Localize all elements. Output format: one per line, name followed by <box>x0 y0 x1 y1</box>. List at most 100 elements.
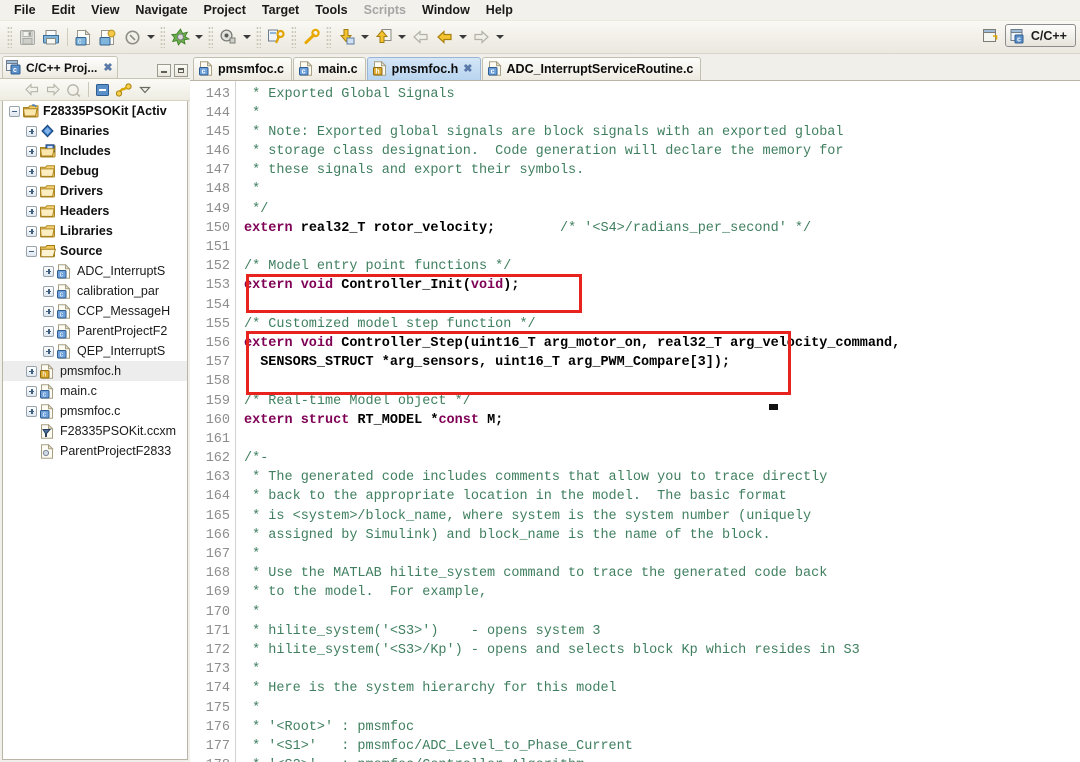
expand-icon[interactable] <box>26 125 37 137</box>
code-line[interactable]: * <box>244 104 1080 123</box>
minimize-icon[interactable] <box>157 64 171 77</box>
tree-item-f28335psokit-ccxm[interactable]: F28335PSOKit.ccxm <box>3 421 187 441</box>
save-icon[interactable] <box>15 25 39 49</box>
tab-cpp-projects[interactable]: c C/C++ Proj... ✖ <box>2 56 118 78</box>
expand-icon[interactable] <box>26 145 37 157</box>
back-arrow-icon[interactable] <box>22 80 42 99</box>
code-line[interactable]: * these signals and export their symbols… <box>244 161 1080 180</box>
code-line[interactable]: * '<S1>' : pmsmfoc/ADC_Level_to_Phase_Cu… <box>244 737 1080 756</box>
code-line[interactable]: */ <box>244 200 1080 219</box>
tree-item-libraries[interactable]: Libraries <box>3 221 187 241</box>
forward-dropdown-arrow-icon[interactable] <box>493 25 506 49</box>
debug-icon[interactable] <box>216 25 240 49</box>
tree-item-f28335psokit-activ[interactable]: F28335PSOKit [Activ <box>3 101 187 121</box>
menu-item-navigate[interactable]: Navigate <box>127 2 195 18</box>
expand-icon[interactable] <box>43 345 54 357</box>
expand-icon[interactable] <box>26 225 37 237</box>
code-line[interactable]: * <box>244 699 1080 718</box>
toolbar-grip[interactable] <box>7 26 12 48</box>
tree-item-pmsmfoc-h[interactable]: h pmsmfoc.h <box>3 361 187 381</box>
code-line[interactable] <box>244 430 1080 449</box>
forward-arrow-icon[interactable] <box>43 80 63 99</box>
code-line[interactable]: * Here is the system hierarchy for this … <box>244 679 1080 698</box>
expand-icon[interactable] <box>26 185 37 197</box>
code-line[interactable]: * <box>244 180 1080 199</box>
toolbar-grip-2[interactable] <box>160 26 165 48</box>
code-line[interactable]: * assigned by Simulink) and block_name i… <box>244 526 1080 545</box>
open-perspective-icon[interactable] <box>980 25 1002 47</box>
tree-item-calibration-par[interactable]: c calibration_par <box>3 281 187 301</box>
project-tree[interactable]: F28335PSOKit [Activ Binaries Includes Debug… <box>2 101 188 760</box>
code-line[interactable]: * Exported Global Signals <box>244 85 1080 104</box>
editor-tab-pmsmfoc-h[interactable]: h pmsmfoc.h ✖ <box>366 56 481 80</box>
expand-icon[interactable] <box>43 285 54 297</box>
menu-item-view[interactable]: View <box>83 2 127 18</box>
tree-item-source[interactable]: Source <box>3 241 187 261</box>
code-line[interactable]: * hilite_system('<S3>/Kp') - opens and s… <box>244 641 1080 660</box>
tree-item-adc-interrupts[interactable]: c ADC_InterruptS <box>3 261 187 281</box>
expand-icon[interactable] <box>43 305 54 317</box>
close-icon[interactable]: ✖ <box>463 62 472 75</box>
code-line[interactable]: * hilite_system('<S3>') - opens system 3 <box>244 622 1080 641</box>
toolbar-grip-3[interactable] <box>208 26 213 48</box>
code-line[interactable]: SENSORS_STRUCT *arg_sensors, uint16_T ar… <box>244 353 1080 372</box>
code-content[interactable]: * Exported Global Signals * * Note: Expo… <box>236 81 1080 762</box>
back-history-icon[interactable] <box>432 25 456 49</box>
code-line[interactable]: * '<S2>' : pmsmfoc/Controller_Algorithm <box>244 756 1080 762</box>
target-config-icon[interactable] <box>264 25 288 49</box>
code-line[interactable]: * '<Root>' : pmsmfoc <box>244 718 1080 737</box>
code-line[interactable]: /* Model entry point functions */ <box>244 257 1080 276</box>
tree-item-drivers[interactable]: Drivers <box>3 181 187 201</box>
toolbar-grip-5[interactable] <box>291 26 296 48</box>
refresh-dropdown-arrow-icon[interactable] <box>144 25 157 49</box>
code-line[interactable]: * <box>244 603 1080 622</box>
restart-dropdown-arrow-icon[interactable] <box>395 25 408 49</box>
cpp-perspective-button[interactable]: c C/C++ <box>1004 24 1076 47</box>
editor-tab-pmsmfoc-c[interactable]: c pmsmfoc.c <box>193 56 292 80</box>
tree-item-pmsmfoc-c[interactable]: c pmsmfoc.c <box>3 401 187 421</box>
link-with-editor-icon[interactable] <box>114 80 134 99</box>
expand-icon[interactable] <box>26 165 37 177</box>
tree-item-parentprojectf2833[interactable]: ParentProjectF2833 <box>3 441 187 461</box>
code-line[interactable]: * is <system>/block_name, where system i… <box>244 507 1080 526</box>
menu-item-project[interactable]: Project <box>196 2 254 18</box>
code-line[interactable]: extern void Controller_Step(uint16_T arg… <box>244 334 1080 353</box>
code-line[interactable] <box>244 238 1080 257</box>
toolbar-grip-6[interactable] <box>326 26 331 48</box>
forward-icon[interactable] <box>469 25 493 49</box>
load-dropdown-arrow-icon[interactable] <box>358 25 371 49</box>
up-arrow-icon[interactable] <box>64 80 84 99</box>
collapse-icon[interactable] <box>9 105 20 117</box>
tree-item-binaries[interactable]: Binaries <box>3 121 187 141</box>
code-line[interactable]: * back to the appropriate location in th… <box>244 487 1080 506</box>
menu-item-file[interactable]: File <box>6 2 44 18</box>
collapse-all-icon[interactable] <box>93 80 113 99</box>
view-menu-icon[interactable] <box>135 80 155 99</box>
refresh-icon[interactable] <box>120 25 144 49</box>
menu-item-edit[interactable]: Edit <box>44 2 84 18</box>
back-dropdown-arrow-icon[interactable] <box>456 25 469 49</box>
expand-icon[interactable] <box>26 405 37 417</box>
tree-item-qep-interrupts[interactable]: c QEP_InterruptS <box>3 341 187 361</box>
tree-item-ccp-messageh[interactable]: c CCP_MessageH <box>3 301 187 321</box>
code-line[interactable]: * The generated code includes comments t… <box>244 468 1080 487</box>
code-line[interactable]: * storage class designation. Code genera… <box>244 142 1080 161</box>
print-icon[interactable] <box>39 25 63 49</box>
code-line[interactable]: * to the model. For example, <box>244 583 1080 602</box>
tree-item-parentprojectf2[interactable]: c ParentProjectF2 <box>3 321 187 341</box>
menu-item-window[interactable]: Window <box>414 2 478 18</box>
expand-icon[interactable] <box>43 325 54 337</box>
tree-item-includes[interactable]: Includes <box>3 141 187 161</box>
source-editor[interactable]: 143 144 145 146 147 148 149 150 151 152 153 154 155 1… <box>190 80 1080 762</box>
menu-item-tools[interactable]: Tools <box>307 2 355 18</box>
menu-item-target[interactable]: Target <box>254 2 307 18</box>
load-program-icon[interactable] <box>334 25 358 49</box>
code-line[interactable]: * <box>244 545 1080 564</box>
build-icon[interactable] <box>168 25 192 49</box>
restart-icon[interactable] <box>371 25 395 49</box>
menu-item-help[interactable]: Help <box>478 2 521 18</box>
back-icon[interactable] <box>408 25 432 49</box>
collapse-icon[interactable] <box>26 245 37 257</box>
editor-tab-adc-interruptserviceroutine-c[interactable]: c ADC_InterruptServiceRoutine.c <box>481 56 702 80</box>
code-line[interactable]: extern struct RT_MODEL *const M; <box>244 411 1080 430</box>
